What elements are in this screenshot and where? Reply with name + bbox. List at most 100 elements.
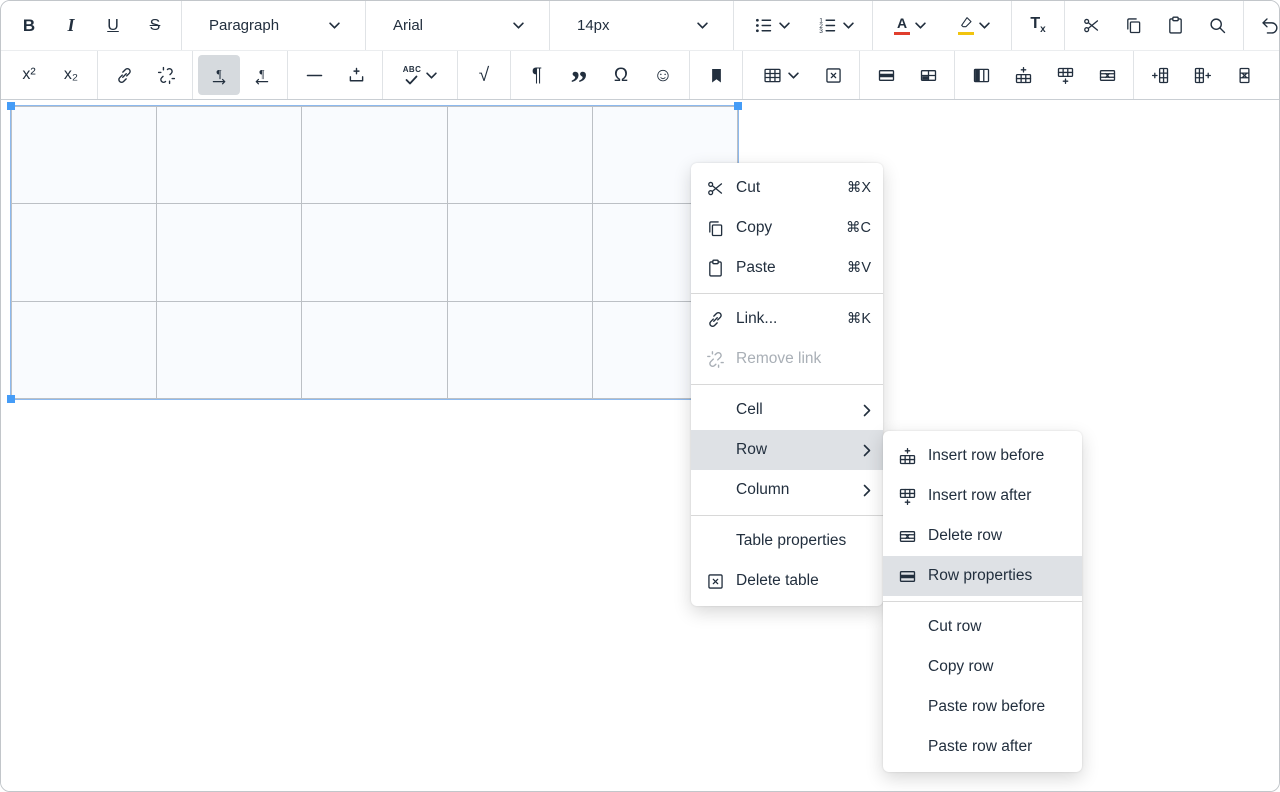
horizontal-rule-button[interactable] [293, 55, 335, 95]
bookmark-button[interactable] [695, 55, 737, 95]
special-character-button[interactable]: Ω [600, 55, 642, 95]
undo-button[interactable] [1249, 6, 1280, 46]
toolbar-separator [1133, 51, 1134, 99]
paste-button[interactable] [1154, 6, 1196, 46]
submenu-item-copy-row[interactable]: Copy row [883, 647, 1082, 687]
nonbreaking-space-button[interactable] [335, 55, 377, 95]
numbered-list-button[interactable]: 123 [803, 6, 867, 46]
copy-icon [704, 217, 727, 240]
submenu-item-insert-row-before[interactable]: Insert row before [883, 436, 1082, 476]
delete-table-button[interactable] [812, 55, 854, 95]
toolbar-separator [872, 1, 873, 50]
insert-column-after-icon [1192, 65, 1213, 86]
submenu-item-paste-row-before[interactable]: Paste row before [883, 687, 1082, 727]
toolbar-separator [733, 1, 734, 50]
table-row-properties-icon [876, 65, 897, 86]
paragraph-format-value: Paragraph [209, 17, 279, 34]
resize-handle-top-left[interactable] [7, 102, 15, 110]
menu-item-cell[interactable]: Cell [691, 390, 883, 430]
table-cell[interactable] [12, 204, 157, 301]
font-family-dropdown[interactable]: Arial [371, 1, 544, 50]
table-column-properties-button[interactable] [960, 55, 1002, 95]
emoji-button[interactable]: ☺ [642, 55, 684, 95]
insert-row-before-button[interactable] [1002, 55, 1044, 95]
menu-item-paste[interactable]: Paste ⌘V [691, 248, 883, 288]
row-submenu: Insert row before Insert row after Delet… [883, 431, 1082, 772]
menu-label: Cut row [928, 618, 1070, 636]
submenu-item-cut-row[interactable]: Cut row [883, 607, 1082, 647]
search-icon [1207, 15, 1228, 36]
formula-button[interactable]: √ [463, 55, 505, 95]
delete-column-button[interactable] [1223, 55, 1265, 95]
submenu-item-insert-row-after[interactable]: Insert row after [883, 476, 1082, 516]
text-color-button[interactable]: A [878, 6, 942, 46]
rtl-direction-button[interactable]: ¶ [240, 55, 282, 95]
selected-table[interactable] [11, 106, 738, 399]
menu-item-cut[interactable]: Cut ⌘X [691, 168, 883, 208]
table-cell[interactable] [302, 107, 447, 204]
menu-item-table-properties[interactable]: Table properties [691, 521, 883, 561]
ltr-direction-button[interactable]: ¶ [198, 55, 240, 95]
menu-item-copy[interactable]: Copy ⌘C [691, 208, 883, 248]
bold-button[interactable]: B [8, 6, 50, 46]
paragraph-format-dropdown[interactable]: Paragraph [187, 1, 360, 50]
table-cell-properties-button[interactable] [907, 55, 949, 95]
menu-item-link[interactable]: Link... ⌘K [691, 299, 883, 339]
italic-icon: I [67, 15, 74, 36]
search-button[interactable] [1196, 6, 1238, 46]
table-cell[interactable] [447, 107, 592, 204]
menu-item-delete-table[interactable]: Delete table [691, 561, 883, 601]
spellcheck-button[interactable]: ABC [388, 55, 452, 95]
insert-row-after-icon [1055, 65, 1076, 86]
submenu-item-row-properties[interactable]: Row properties [883, 556, 1082, 596]
remove-link-button[interactable] [145, 55, 187, 95]
menu-icon-spacer [704, 399, 727, 422]
highlight-color-button[interactable] [942, 6, 1006, 46]
bullet-list-button[interactable] [739, 6, 803, 46]
table-cell[interactable] [12, 107, 157, 204]
menu-item-column[interactable]: Column [691, 470, 883, 510]
paragraph-mark-button[interactable]: ¶ [516, 55, 558, 95]
insert-link-button[interactable] [103, 55, 145, 95]
italic-button[interactable]: I [50, 6, 92, 46]
resize-handle-top-right[interactable] [734, 102, 742, 110]
table-cell[interactable] [447, 204, 592, 301]
table-cell[interactable] [157, 301, 302, 398]
table-cell[interactable] [157, 204, 302, 301]
resize-handle-bottom-left[interactable] [7, 395, 15, 403]
menu-item-row[interactable]: Row [691, 430, 883, 470]
subscript-button[interactable]: x₂ [50, 55, 92, 95]
strikethrough-button[interactable]: S [134, 6, 176, 46]
insert-column-before-button[interactable] [1139, 55, 1181, 95]
clear-formatting-button[interactable]: Tx [1017, 6, 1059, 46]
special-character-icon: Ω [614, 66, 628, 85]
underline-button[interactable]: U [92, 6, 134, 46]
table-row-properties-button[interactable] [865, 55, 907, 95]
table-cell[interactable] [447, 301, 592, 398]
delete-table-icon [704, 570, 727, 593]
link-icon [114, 65, 135, 86]
delete-row-button[interactable] [1086, 55, 1128, 95]
delete-row-icon [1097, 65, 1118, 86]
submenu-item-delete-row[interactable]: Delete row [883, 516, 1082, 556]
table-cell[interactable] [302, 204, 447, 301]
insert-row-after-button[interactable] [1044, 55, 1086, 95]
insert-column-after-button[interactable] [1181, 55, 1223, 95]
menu-shortcut: ⌘X [847, 180, 871, 196]
copy-button[interactable] [1112, 6, 1154, 46]
table-cell[interactable] [12, 301, 157, 398]
table-cell[interactable] [157, 107, 302, 204]
blockquote-button[interactable]: ” [558, 55, 600, 95]
cut-button[interactable] [1070, 6, 1112, 46]
table-cell[interactable] [302, 301, 447, 398]
menu-item-remove-link[interactable]: Remove link [691, 339, 883, 379]
menu-shortcut: ⌘V [847, 260, 871, 276]
editor-canvas[interactable] [1, 101, 1279, 791]
superscript-button[interactable]: x² [8, 55, 50, 95]
toolbar-separator [365, 1, 366, 50]
submenu-item-paste-row-after[interactable]: Paste row after [883, 727, 1082, 767]
font-size-dropdown[interactable]: 14px [555, 1, 728, 50]
rich-text-editor-window: B I U S Paragraph Arial 14px [0, 0, 1280, 792]
insert-table-button[interactable] [748, 55, 812, 95]
toolbar-separator [859, 51, 860, 99]
